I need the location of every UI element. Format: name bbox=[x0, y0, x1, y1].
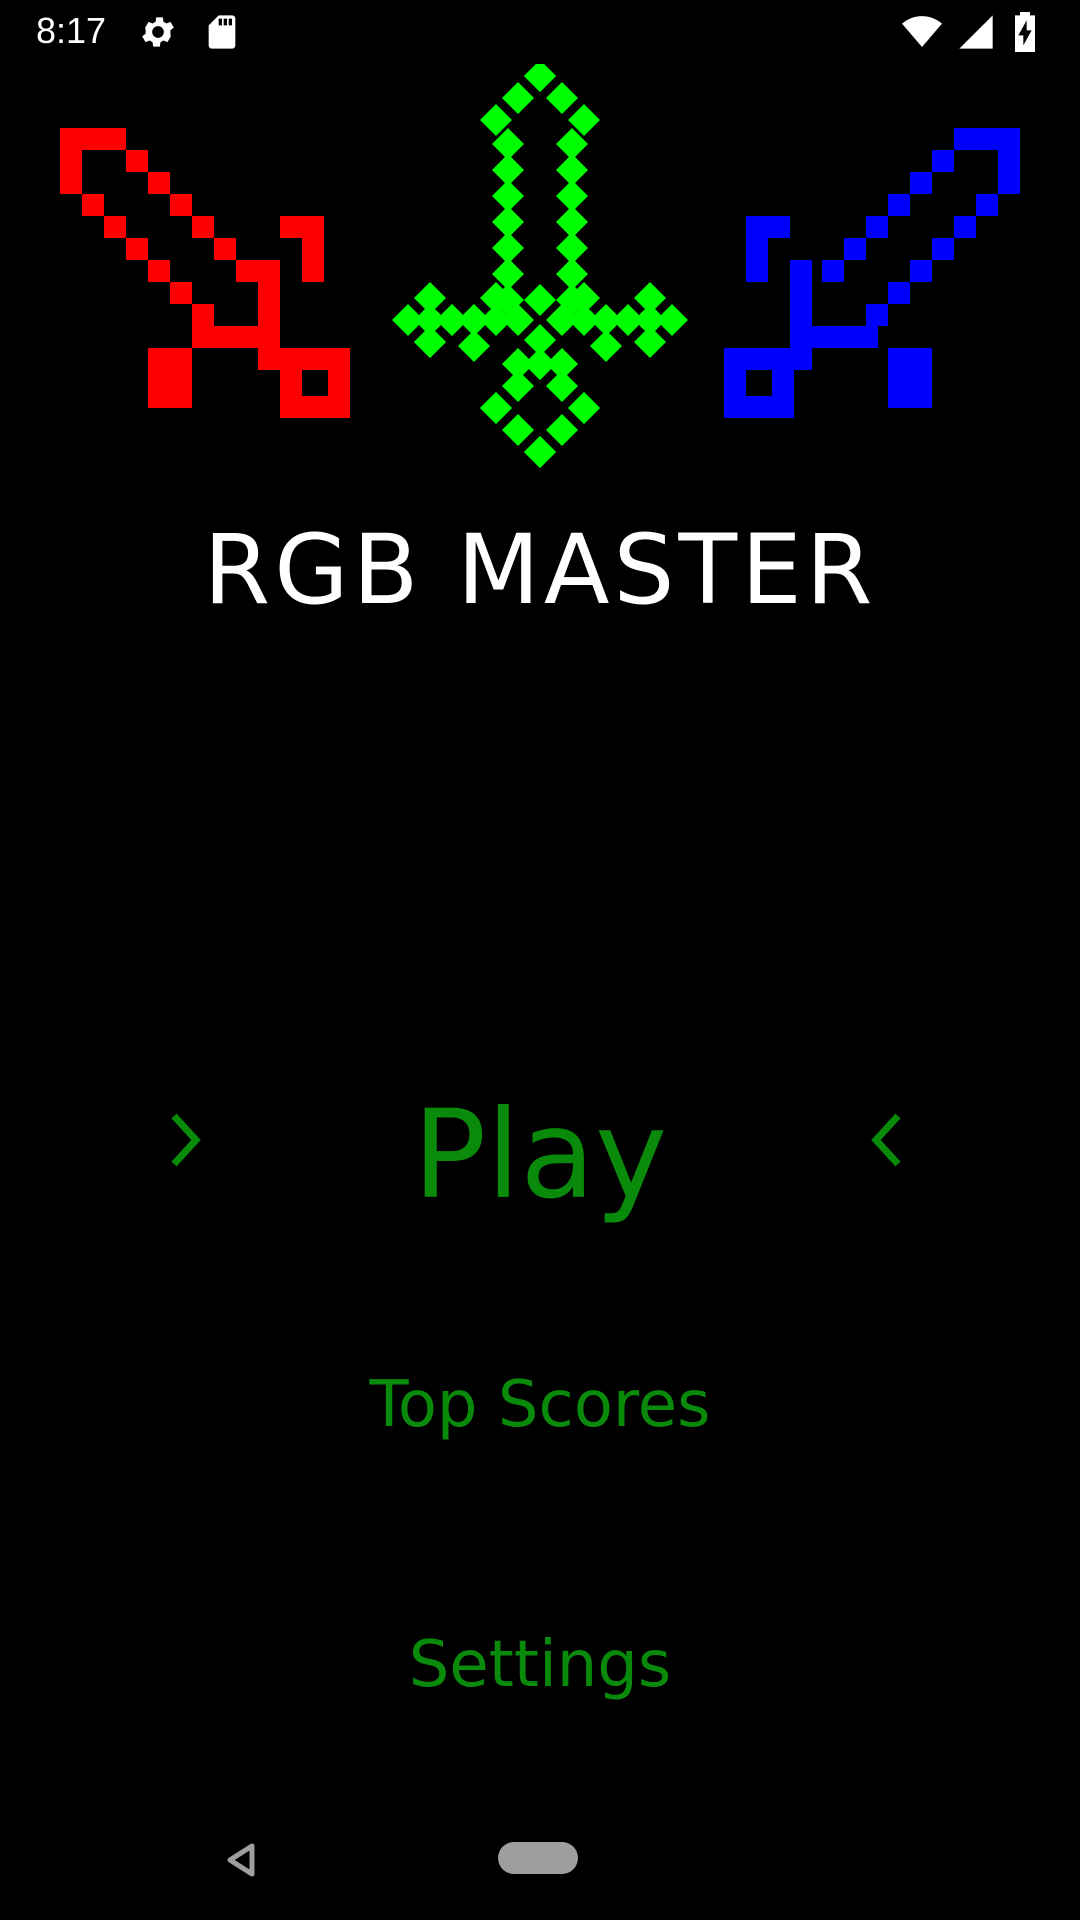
home-pill-icon[interactable] bbox=[498, 1842, 578, 1874]
wifi-icon bbox=[902, 16, 942, 47]
status-bar: 8:17 bbox=[0, 0, 1080, 64]
back-triangle-icon[interactable] bbox=[222, 1840, 262, 1880]
blue-sword-icon bbox=[724, 128, 1020, 418]
status-time: 8:17 bbox=[36, 10, 107, 51]
top-scores-button[interactable]: Top Scores bbox=[0, 1360, 1080, 1450]
selector-left-chevron-icon bbox=[871, 1113, 901, 1167]
sd-card-icon bbox=[208, 15, 236, 49]
red-sword-icon bbox=[60, 128, 350, 418]
cell-signal-icon bbox=[959, 15, 993, 49]
navigation-bar bbox=[0, 1800, 1080, 1920]
play-button[interactable]: Play bbox=[0, 1085, 1080, 1225]
battery-charging-icon bbox=[1015, 12, 1035, 52]
settings-gear-icon bbox=[142, 17, 174, 47]
app-title: RGB MASTER bbox=[203, 514, 877, 626]
settings-button[interactable]: Settings bbox=[0, 1620, 1080, 1710]
logo-swords bbox=[60, 64, 1020, 468]
green-sword-icon bbox=[392, 64, 688, 468]
